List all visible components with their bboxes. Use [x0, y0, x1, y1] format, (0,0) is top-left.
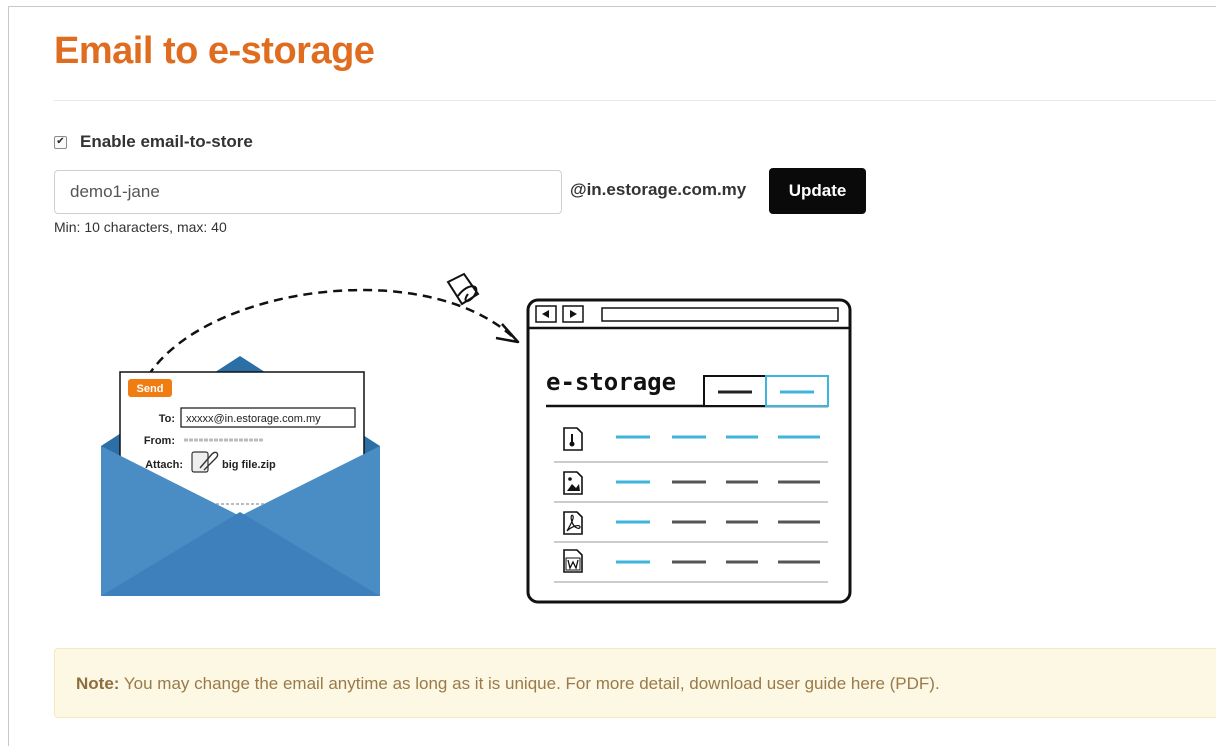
flying-attachment-icon [446, 272, 480, 306]
note-label: Note: [76, 674, 120, 693]
enable-checkbox[interactable]: ✔ [54, 135, 67, 149]
attachment-name: big file.zip [222, 459, 276, 471]
length-hint: Min: 10 characters, max: 40 [54, 219, 227, 235]
title-divider [54, 100, 1216, 101]
email-domain-suffix: @in.estorage.com.my [570, 180, 747, 199]
app-name: e-storage [546, 368, 676, 396]
browser-address-bar [601, 307, 839, 322]
attach-label: Attach: [145, 459, 183, 471]
note-box: Note: You may change the email anytime a… [54, 648, 1216, 718]
from-label: From: [144, 435, 175, 447]
email-prefix-input[interactable] [54, 170, 562, 214]
page-title: Email to e-storage [54, 30, 375, 72]
send-badge: Send [137, 383, 164, 395]
to-value: xxxxx@in.estorage.com.my [186, 413, 321, 425]
to-label: To: [159, 413, 175, 425]
email-to-storage-illustration: Send To: xxxxx@in.estorage.com.my From: … [101, 272, 852, 604]
update-button[interactable]: Update [769, 168, 866, 214]
enable-label[interactable]: Enable email-to-store [80, 132, 253, 152]
enable-row: ✔ Enable email-to-store [54, 132, 253, 152]
note-text: You may change the email anytime as long… [123, 674, 940, 693]
